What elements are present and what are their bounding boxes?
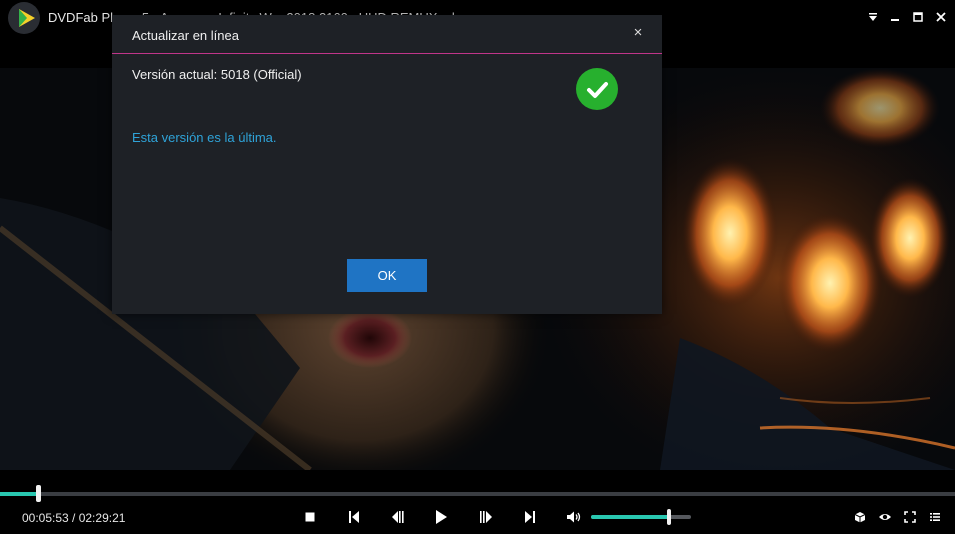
- update-status-text: Esta versión es la última.: [132, 130, 277, 145]
- step-forward-icon[interactable]: [477, 508, 495, 526]
- volume-slider[interactable]: [591, 509, 691, 525]
- stop-icon[interactable]: [301, 508, 319, 526]
- seek-bar[interactable]: [0, 485, 955, 502]
- dropdown-triangle-icon[interactable]: [864, 8, 882, 26]
- volume-handle[interactable]: [667, 509, 671, 525]
- play-icon[interactable]: [432, 508, 450, 526]
- ok-button[interactable]: OK: [347, 259, 427, 292]
- time-readout: 00:05:53 / 02:29:21: [22, 511, 126, 525]
- minimize-icon[interactable]: [886, 8, 904, 26]
- previous-chapter-icon[interactable]: [345, 508, 363, 526]
- next-chapter-icon[interactable]: [521, 508, 539, 526]
- current-version-text: Versión actual: 5018 (Official): [132, 67, 302, 82]
- step-back-icon[interactable]: [389, 508, 407, 526]
- playlist-icon[interactable]: [926, 508, 944, 526]
- player-controls: 00:05:53 / 02:29:21: [0, 470, 955, 534]
- maximize-icon[interactable]: [909, 8, 927, 26]
- dialog-title: Actualizar en línea: [132, 28, 239, 43]
- 3d-cube-icon[interactable]: [851, 508, 869, 526]
- seek-handle[interactable]: [35, 485, 41, 502]
- dialog-header: Actualizar en línea ×: [112, 15, 662, 54]
- dialog-close-button[interactable]: ×: [630, 24, 646, 42]
- checkmark-icon: [576, 68, 618, 110]
- close-icon[interactable]: [932, 8, 950, 26]
- volume-icon[interactable]: [565, 508, 583, 526]
- volume-level: [591, 515, 669, 519]
- eye-icon[interactable]: [876, 508, 894, 526]
- app-logo: [8, 2, 40, 34]
- fullscreen-icon[interactable]: [901, 508, 919, 526]
- seek-progress: [0, 492, 38, 496]
- update-dialog: Actualizar en línea × Versión actual: 50…: [112, 15, 662, 314]
